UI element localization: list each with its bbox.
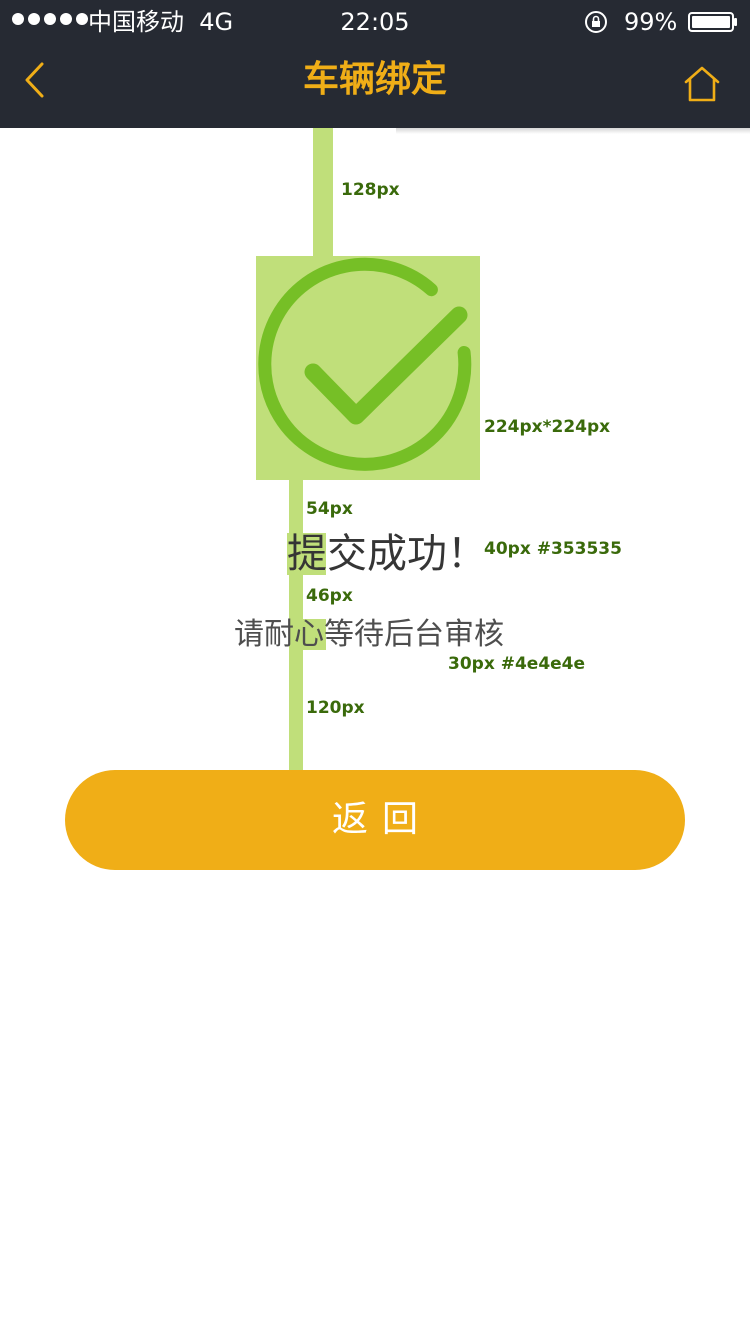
home-button[interactable] bbox=[678, 60, 726, 108]
rotation-lock-icon bbox=[585, 11, 607, 33]
message-spec-label: 30px #4e4e4e bbox=[448, 654, 586, 674]
battery-icon bbox=[688, 12, 737, 32]
header-shadow bbox=[396, 128, 750, 134]
status-bar: 中国移动 4G 22:05 99% bbox=[0, 0, 750, 44]
spacing-label-message-button: 120px bbox=[306, 698, 365, 718]
return-button[interactable]: 返回 bbox=[65, 770, 685, 870]
wait-message: 请耐心等待后台审核 bbox=[234, 617, 504, 652]
spacing-label-top: 128px bbox=[341, 180, 400, 200]
page-title: 车辆绑定 bbox=[302, 59, 447, 100]
battery-percentage: 99% bbox=[624, 8, 678, 36]
success-icon-container bbox=[256, 256, 480, 480]
check-circle-icon bbox=[258, 257, 472, 471]
spacing-guide-top bbox=[313, 128, 333, 256]
spacing-label-title-message: 46px bbox=[306, 586, 353, 606]
title-spec-label: 40px #353535 bbox=[484, 539, 622, 559]
header: 中国移动 4G 22:05 99% 车辆绑定 bbox=[0, 0, 750, 128]
success-title: 提交成功！ bbox=[287, 531, 487, 577]
spacing-label-icon-title: 54px bbox=[306, 499, 353, 519]
icon-size-label: 224px*224px bbox=[484, 417, 611, 437]
